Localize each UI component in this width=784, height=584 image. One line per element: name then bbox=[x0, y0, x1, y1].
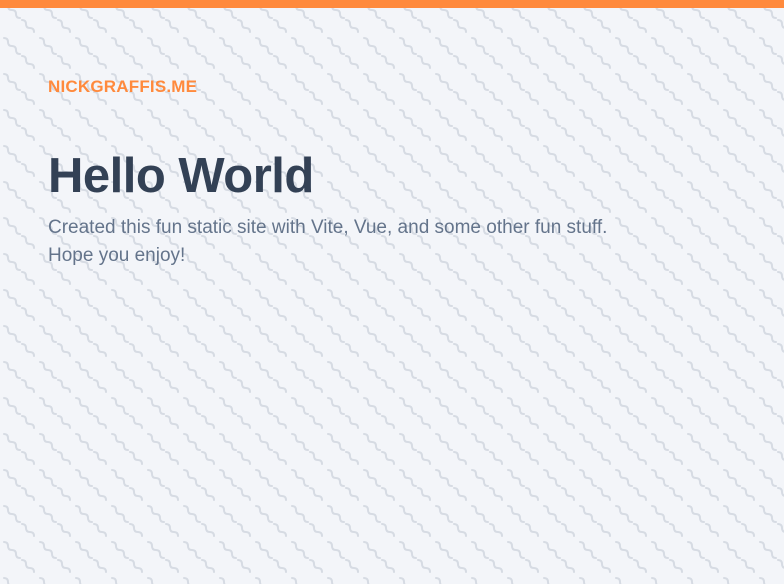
hero-section: NICKGRAFFIS.ME Hello World Created this … bbox=[48, 76, 748, 270]
site-home-link[interactable]: NICKGRAFFIS.ME bbox=[48, 76, 197, 98]
intro-line-1: Created this fun static site with Vite, … bbox=[48, 217, 608, 238]
page-title: Hello World bbox=[48, 149, 314, 203]
intro-line-2: Hope you enjoy! bbox=[48, 245, 186, 266]
intro-text: Created this fun static site with Vite, … bbox=[48, 214, 748, 270]
accent-top-bar bbox=[0, 0, 784, 8]
